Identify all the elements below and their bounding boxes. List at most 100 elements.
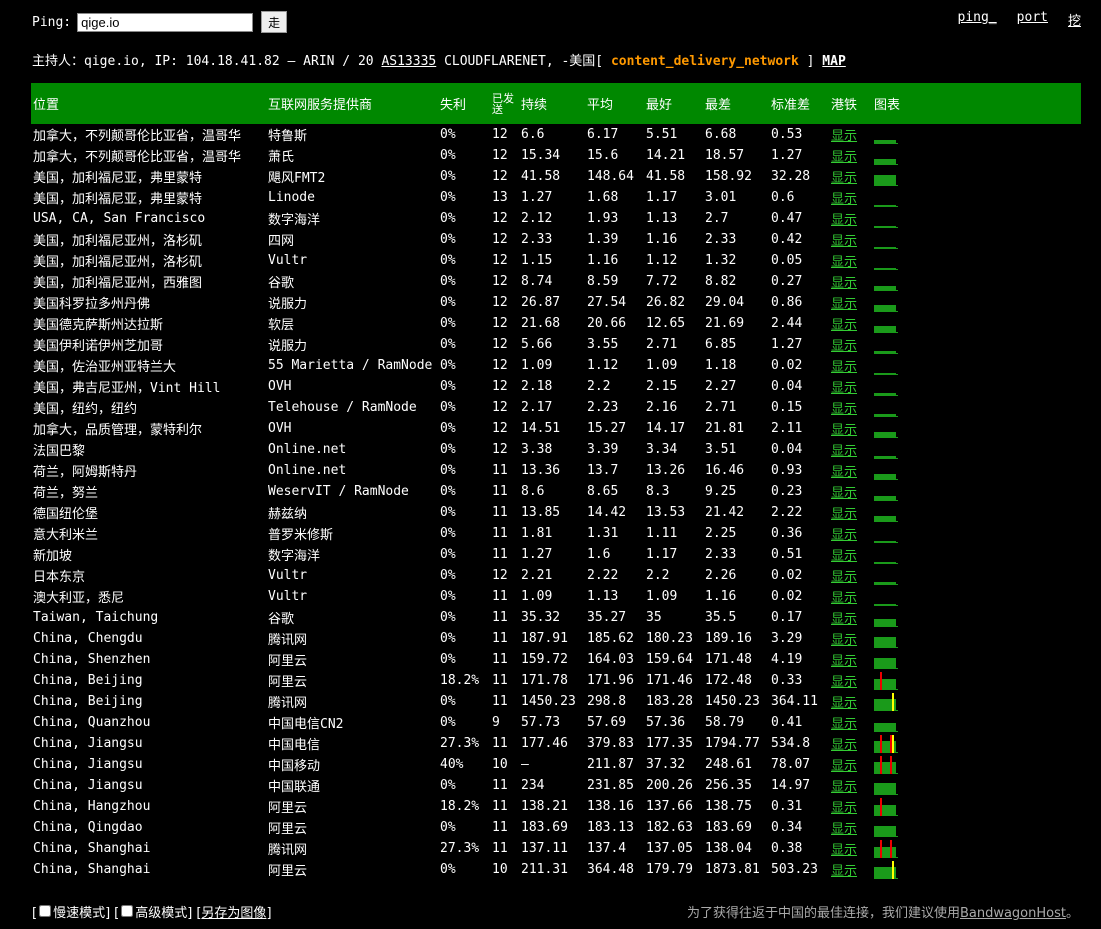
show-trace-link[interactable]: 显示 — [831, 486, 857, 501]
port-link[interactable]: port — [1017, 10, 1048, 29]
cell-isp: 数字海洋 — [268, 213, 321, 228]
latency-mini-chart — [874, 588, 900, 606]
show-trace-link[interactable]: 显示 — [831, 129, 857, 144]
cell-sent: 12 — [492, 295, 508, 310]
cell-best: 1.17 — [646, 190, 678, 205]
table-row: China, Beijing 阿里云 18.2% 11 171.78 171.96 171.… — [31, 670, 1081, 691]
cell-graph — [872, 523, 1081, 544]
cell-location: China, Quanzhou — [33, 715, 151, 730]
show-trace-link[interactable]: 显示 — [831, 171, 857, 186]
show-trace-link[interactable]: 显示 — [831, 612, 857, 627]
show-trace-link[interactable]: 显示 — [831, 843, 857, 858]
cell-loss: 0% — [440, 442, 456, 457]
dig-link[interactable]: 挖 — [1068, 10, 1081, 29]
cell-sent: 13 — [492, 190, 508, 205]
table-row: China, Chengdu 腾讯网 0% 11 187.91 185.62 180.23 1… — [31, 628, 1081, 649]
table-row: China, Jiangsu 中国联通 0% 11 234 231.85 200.26 256… — [31, 775, 1081, 796]
show-trace-link[interactable]: 显示 — [831, 528, 857, 543]
show-trace-link[interactable]: 显示 — [831, 675, 857, 690]
ping-form: Ping: 走 — [32, 10, 288, 34]
cell-last: 159.72 — [521, 652, 568, 667]
cell-avg: 1.39 — [587, 232, 619, 247]
chart-loss-mark — [880, 734, 882, 753]
show-trace-link[interactable]: 显示 — [831, 318, 857, 333]
show-trace-link[interactable]: 显示 — [831, 822, 857, 837]
cell-sent: 11 — [492, 547, 508, 562]
bandwagonhost-link[interactable]: BandwagonHost — [960, 906, 1066, 921]
show-trace-link[interactable]: 显示 — [831, 780, 857, 795]
show-trace-link[interactable]: 显示 — [831, 234, 857, 249]
show-trace-link[interactable]: 显示 — [831, 759, 857, 774]
show-trace-link[interactable]: 显示 — [831, 717, 857, 732]
show-trace-link[interactable]: 显示 — [831, 192, 857, 207]
latency-mini-chart — [874, 357, 900, 375]
map-link[interactable]: MAP — [822, 54, 845, 69]
cell-location: 荷兰，努兰 — [33, 486, 99, 501]
show-trace-link[interactable]: 显示 — [831, 801, 857, 816]
show-trace-link[interactable]: 显示 — [831, 360, 857, 375]
show-trace-link[interactable]: 显示 — [831, 591, 857, 606]
table-row: 日本东京 Vultr 0% 12 2.21 2.22 2.2 2.26 0.02 显示 — [31, 565, 1081, 586]
cell-best: 37.32 — [646, 757, 686, 772]
show-trace-link[interactable]: 显示 — [831, 696, 857, 711]
cell-location: 加拿大，品质管理，蒙特利尔 — [33, 423, 203, 438]
advanced-mode-checkbox[interactable] — [121, 905, 134, 917]
cell-avg: 185.62 — [587, 631, 634, 646]
cell-isp: Vultr — [268, 568, 308, 583]
save-image-link[interactable]: 另存为图像 — [201, 906, 266, 921]
latency-mini-chart — [874, 819, 900, 837]
show-trace-link[interactable]: 显示 — [831, 381, 857, 396]
cell-best: 182.63 — [646, 820, 693, 835]
show-trace-link[interactable]: 显示 — [831, 633, 857, 648]
cell-best: 2.15 — [646, 379, 678, 394]
show-trace-link[interactable]: 显示 — [831, 276, 857, 291]
cell-sent: 12 — [492, 274, 508, 289]
cell-worst: 9.25 — [705, 484, 737, 499]
show-trace-link[interactable]: 显示 — [831, 213, 857, 228]
cell-best: 13.53 — [646, 505, 686, 520]
cell-best: 12.65 — [646, 316, 686, 331]
show-trace-link[interactable]: 显示 — [831, 465, 857, 480]
show-trace-link[interactable]: 显示 — [831, 507, 857, 522]
latency-mini-chart — [874, 126, 900, 144]
latency-mini-chart — [874, 399, 900, 417]
cell-trace: 显示 — [829, 859, 872, 880]
go-button[interactable]: 走 — [261, 11, 288, 33]
show-trace-link[interactable]: 显示 — [831, 150, 857, 165]
show-trace-link[interactable]: 显示 — [831, 255, 857, 270]
chart-bar — [874, 636, 896, 648]
cell-best: 2.2 — [646, 568, 670, 583]
show-trace-link[interactable]: 显示 — [831, 864, 857, 879]
cell-loss: 0% — [440, 778, 456, 793]
cell-loss: 0% — [440, 715, 456, 730]
show-trace-link[interactable]: 显示 — [831, 570, 857, 585]
cell-last: 8.6 — [521, 484, 545, 499]
show-trace-link[interactable]: 显示 — [831, 444, 857, 459]
show-trace-link[interactable]: 显示 — [831, 654, 857, 669]
latency-mini-chart — [874, 567, 900, 585]
chart-bar — [874, 225, 896, 228]
asn-link[interactable]: AS13335 — [381, 54, 436, 69]
slow-mode-checkbox[interactable] — [39, 905, 52, 917]
cell-worst: 18.57 — [705, 148, 745, 163]
latency-mini-chart — [874, 252, 900, 270]
show-trace-link[interactable]: 显示 — [831, 423, 857, 438]
cell-avg: 15.27 — [587, 421, 627, 436]
show-trace-link[interactable]: 显示 — [831, 549, 857, 564]
cell-avg: 148.64 — [587, 169, 634, 184]
show-trace-link[interactable]: 显示 — [831, 297, 857, 312]
cell-best: 13.26 — [646, 463, 686, 478]
chart-bar — [874, 722, 896, 732]
ping-link[interactable]: ping_ — [958, 10, 997, 29]
cell-stdev: 0.36 — [771, 526, 803, 541]
cell-avg: 15.6 — [587, 148, 619, 163]
cell-last: 21.68 — [521, 316, 561, 331]
ping-input[interactable] — [77, 12, 254, 32]
show-trace-link[interactable]: 显示 — [831, 339, 857, 354]
show-trace-link[interactable]: 显示 — [831, 738, 857, 753]
cell-last: 1.27 — [521, 547, 553, 562]
cell-sent: 11 — [492, 673, 508, 688]
save-image-option: [另存为图像] — [196, 906, 272, 921]
show-trace-link[interactable]: 显示 — [831, 402, 857, 417]
cell-graph — [872, 565, 1081, 586]
